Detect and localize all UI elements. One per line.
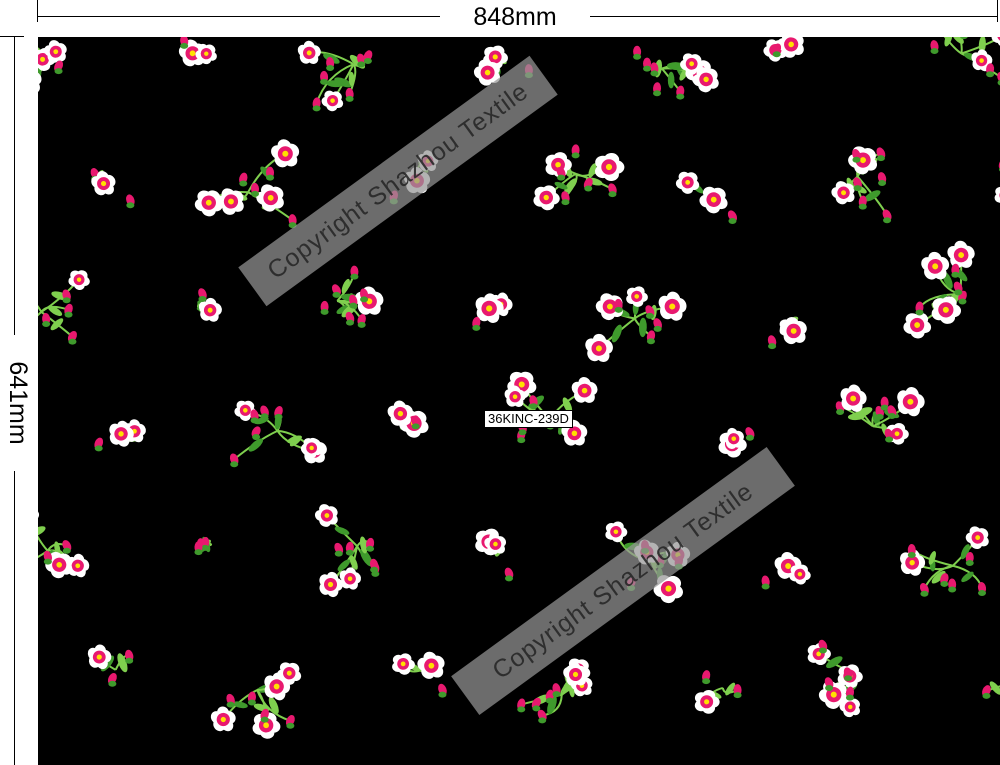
flower-sprig [87, 644, 134, 687]
flower-sprig [718, 427, 755, 458]
dimension-line [14, 37, 15, 335]
flower-sprig [533, 144, 625, 211]
leaf [611, 324, 622, 343]
flower [779, 317, 807, 345]
flower-sprig [178, 37, 217, 67]
flower-sprig [633, 45, 719, 100]
flower-sprig [982, 681, 1000, 699]
width-label: 848mm [473, 3, 557, 31]
dimension-line [38, 16, 440, 17]
flower-sprig [297, 40, 373, 112]
flower [595, 153, 625, 182]
flower-sprig [763, 37, 804, 62]
flower-sprig [38, 270, 90, 345]
flower-sprig [392, 651, 447, 698]
flower [571, 377, 598, 403]
flower-sprig [994, 158, 1000, 203]
flower-sprig [387, 400, 429, 438]
flower-sprig [930, 37, 1000, 86]
flower-sprig [761, 552, 811, 590]
flower-sprig [472, 292, 513, 331]
width-dimension: 848mm [0, 0, 1000, 36]
flower-sprig [229, 400, 327, 468]
flower-sprig [675, 171, 738, 224]
fabric-print: Copyright Shazhou Textile Copyright Shaz… [38, 37, 1000, 765]
flower-sprig [38, 508, 90, 579]
flower [595, 293, 623, 321]
dimension-line [590, 16, 997, 17]
flower-sprig [767, 316, 807, 350]
flower-sprig [320, 265, 384, 328]
flower-sprig [835, 384, 925, 445]
flower-sprig [903, 240, 975, 339]
dimension-tick-left [37, 0, 38, 22]
dimension-tick-top [0, 36, 24, 37]
leaf [341, 278, 350, 294]
flower-sprig [94, 419, 146, 452]
flower [297, 40, 321, 65]
pattern-code-label: 36KINC-239D [484, 410, 573, 428]
flower [417, 651, 445, 679]
flower [626, 286, 648, 307]
flower [210, 706, 236, 732]
flower-sprig [194, 139, 300, 229]
flower-sprig [475, 528, 514, 582]
flower [675, 171, 700, 194]
dimension-line [14, 471, 15, 765]
flower-sprig [38, 40, 67, 94]
flower-sprig [196, 288, 222, 322]
flower-sprig [585, 286, 687, 362]
flower-sprig [314, 504, 380, 598]
flower [87, 644, 112, 670]
flower-sprig [900, 526, 989, 597]
flower-sprig [694, 670, 742, 714]
flower-sprig [90, 168, 135, 209]
flower-sprig [194, 536, 213, 556]
flower [994, 186, 1000, 203]
flower-sprig [210, 662, 302, 739]
height-label: 641mm [4, 361, 32, 445]
flower-sprig [831, 146, 892, 224]
leaf [667, 71, 675, 89]
leaf [38, 526, 46, 537]
flower [38, 508, 40, 521]
dimension-tick-right [997, 0, 998, 22]
flower [991, 37, 1000, 47]
height-dimension: 641mm [0, 36, 36, 765]
flower [194, 190, 223, 217]
flower [321, 90, 344, 112]
flower [699, 186, 728, 214]
leaf [638, 317, 647, 338]
flower-sprig [807, 639, 863, 718]
flower [605, 521, 628, 543]
